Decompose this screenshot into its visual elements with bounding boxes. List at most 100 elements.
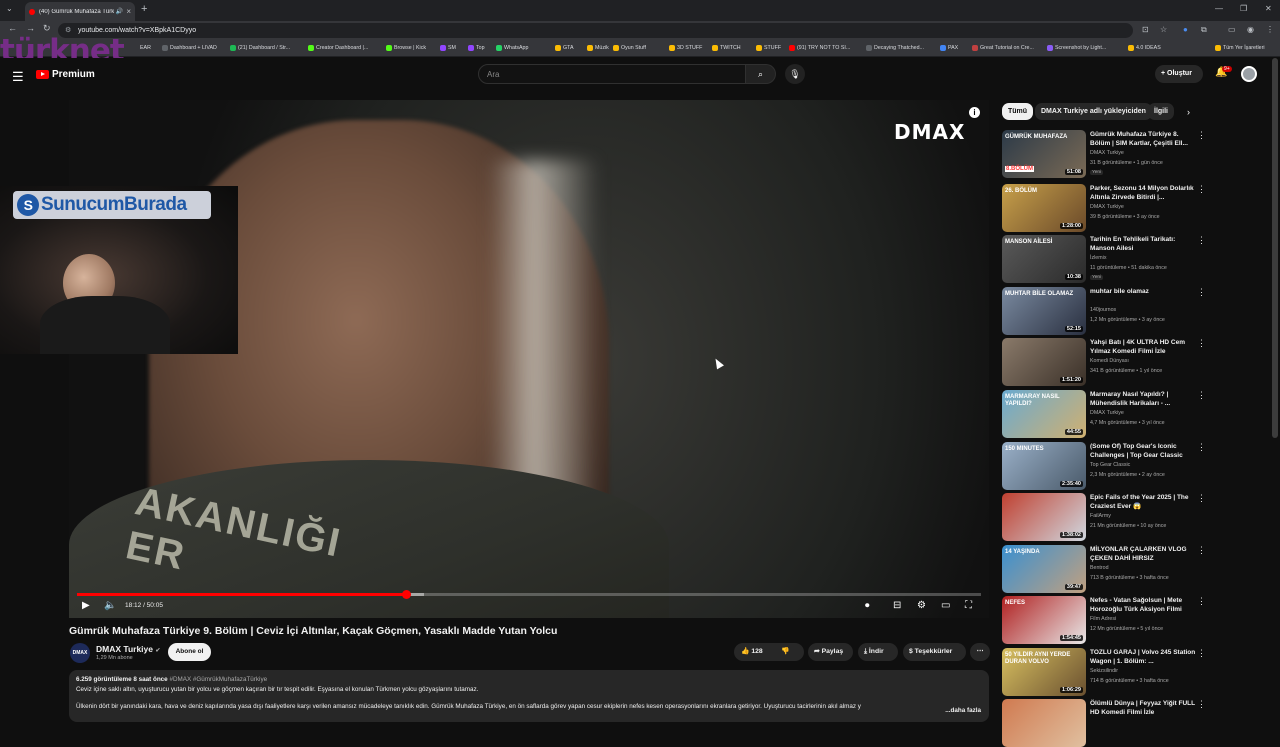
fullscreen-icon[interactable]: ⛶ [965,600,972,611]
maximize-icon[interactable]: ❐ [1240,4,1247,13]
more-vertical-icon[interactable]: ⋮ [1197,493,1206,504]
recommendation-item[interactable]: 50 YILDIR AYNI YERDE DURAN VOLVO 1:06:29 T… [1002,648,1212,696]
voice-search-button[interactable]: 🎙 [785,64,805,84]
more-vertical-icon[interactable]: ⋮ [1197,390,1206,401]
page-scrollbar[interactable] [1272,58,1278,438]
volume-icon[interactable]: 🔈 [104,600,116,611]
bookmark-item[interactable]: 4.0 IDEAS [1128,45,1161,51]
recommendation-channel[interactable]: İzlemix [1090,255,1106,261]
bookmark-item[interactable]: Top [468,45,485,51]
recommendation-item[interactable]: 26. BÖLÜM 1:28:00 Parker, Sezonu 14 Milyon… [1002,184,1212,232]
chip-all[interactable]: Tümü [1002,103,1034,120]
progress-bar[interactable] [77,590,981,599]
recommendation-channel[interactable]: Sekizsilindir [1090,668,1118,674]
bookmark-item[interactable]: (21) Dashboard / Str... [230,45,290,51]
more-vertical-icon[interactable]: ⋮ [1197,545,1206,556]
chip-related[interactable]: İlgili [1148,103,1174,120]
hamburger-menu-icon[interactable]: ☰ [12,69,24,85]
share-button[interactable]: ➦ Paylaş [808,643,853,661]
forward-icon[interactable]: → [26,23,35,33]
settings-gear-icon[interactable]: ⚙ [917,600,926,611]
bookmark-item[interactable]: SM [440,45,456,51]
more-vertical-icon[interactable]: ⋮ [1197,235,1206,246]
recommendation-item[interactable]: 1:38:02 Epic Fails of the Year 2025 | The… [1002,493,1212,541]
minimize-icon[interactable]: — [1215,4,1223,13]
recommendation-title[interactable]: Tarihin En Tehlikeli Tarikatı: Manson Ai… [1090,235,1198,253]
bookmark-item[interactable]: Browse | Kick [386,45,426,51]
recommendation-channel[interactable]: FailArmy [1090,513,1111,519]
bookmark-item[interactable]: Müzik [587,45,609,51]
recommendation-thumbnail[interactable]: 1:51:20 [1002,338,1086,386]
sidepanel-icon[interactable]: ▭ [1228,25,1236,34]
recommendation-item[interactable]: 14 YAŞINDA 39:47 MİLYONLAR ÇALARKEN VLOG Ç… [1002,545,1212,593]
recommendation-channel[interactable]: Film Adresi [1090,616,1116,622]
bookmark-item[interactable]: Creator Dashboard |... [308,45,368,51]
bookmark-item[interactable]: Great Tutorial on Cre... [972,45,1034,51]
recommendation-title[interactable]: Ölümlü Dünya | Feyyaz Yiğit FULL HD Kome… [1090,699,1198,717]
recommendation-title[interactable]: Parker, Sezonu 14 Milyon Dolarlık Altınl… [1090,184,1198,202]
recommendation-channel[interactable]: Bentrod [1090,565,1109,571]
bookmark-item[interactable]: WhatsApp [496,45,528,51]
subtitles-icon[interactable]: ⊟ [893,600,901,611]
dislike-button[interactable]: 👎 [781,643,789,661]
recommendation-thumbnail[interactable]: GÜMRÜK MUHAFAZA 8.BÖLÜM 51:08 [1002,130,1086,178]
more-vertical-icon[interactable]: ⋮ [1197,338,1206,349]
browser-tab[interactable]: (40) Gümrük Muhafaza Türk 🔊 × [25,2,135,21]
recommendation-thumbnail[interactable]: 14 YAŞINDA 39:47 [1002,545,1086,593]
tab-audio-icon[interactable]: 🔊 [116,8,123,15]
recommendation-channel[interactable]: DMAX Turkiye [1090,204,1124,210]
recommendation-title[interactable]: muhtar bile olamaz [1090,287,1198,296]
progress-scrubber[interactable] [401,590,411,599]
recommendation-title[interactable]: TOZLU GARAJ | Volvo 245 Station Wagon | … [1090,648,1198,666]
recommendation-thumbnail[interactable]: 1:38:02 [1002,493,1086,541]
recommendation-item[interactable]: Ölümlü Dünya | Feyyaz Yiğit FULL HD Kome… [1002,699,1212,747]
install-app-icon[interactable]: ⊡ [1142,25,1149,34]
channel-name[interactable]: DMAX Turkiye ✔ [96,644,160,654]
recommendation-title[interactable]: Epic Fails of the Year 2025 | The Crazie… [1090,493,1198,511]
more-vertical-icon[interactable]: ⋮ [1197,648,1206,659]
new-tab-icon[interactable]: + [141,3,147,15]
recommendation-channel[interactable]: 140journos [1090,307,1116,313]
video-player[interactable]: AKANLIĞI ER DMAX i ▶ 🔈 18:12 / 50:05 ⏺ ⊟ … [69,100,989,618]
youtube-logo[interactable]: Premium [36,69,95,80]
browser-menu-icon[interactable]: ⋮ [1266,25,1274,34]
recommendation-thumbnail[interactable]: MUHTAR BİLE OLAMAZ 52:15 [1002,287,1086,335]
recommendation-item[interactable]: 150 MINUTES 2:35:40 (Some Of) Top Gear's I… [1002,442,1212,490]
recommendation-title[interactable]: Gümrük Muhafaza Türkiye 8. Bölüm | SIM K… [1090,130,1198,148]
recommendation-thumbnail[interactable]: NEFES 1:54:45 [1002,596,1086,644]
show-more-link[interactable]: ...daha fazla [941,706,981,716]
bookmark-prefix[interactable]: EAR [140,45,151,51]
channel-avatar[interactable]: DMAX [70,643,90,663]
recommendation-title[interactable]: Marmaray Nasıl Yapıldı? | Mühendislik Ha… [1090,390,1198,408]
more-vertical-icon[interactable]: ⋮ [1197,287,1206,298]
recommendation-title[interactable]: MİLYONLAR ÇALARKEN VLOG ÇEKEN DAHİ HIRSI… [1090,545,1198,563]
recommendation-thumbnail[interactable]: 26. BÖLÜM 1:28:00 [1002,184,1086,232]
recommendation-item[interactable]: NEFES 1:54:45 Nefes - Vatan Sağolsun | Met… [1002,596,1212,644]
extension-icon[interactable]: ● [1183,25,1188,34]
tab-search-icon[interactable]: ⌄ [6,4,13,13]
recommendation-title[interactable]: (Some Of) Top Gear's Iconic Challenges |… [1090,442,1198,460]
profile-icon[interactable]: ◉ [1247,25,1254,34]
bookmark-item[interactable]: TWITCH [712,45,741,51]
download-button[interactable]: ⤓ İndir [858,643,898,661]
recommendation-thumbnail[interactable]: 150 MINUTES 2:35:40 [1002,442,1086,490]
recommendation-item[interactable]: GÜMRÜK MUHAFAZA 8.BÖLÜM 51:08 Gümrük Muhafa… [1002,130,1212,178]
bookmark-item[interactable]: Dashboard + LIVAD [162,45,217,51]
chevron-right-icon[interactable]: › [1187,107,1190,117]
more-vertical-icon[interactable]: ⋮ [1197,596,1206,607]
recommendation-item[interactable]: MUHTAR BİLE OLAMAZ 52:15 muhtar bile olama… [1002,287,1212,335]
recommendation-channel[interactable]: Komedi Dünyası [1090,358,1129,364]
bookmark-star-icon[interactable]: ☆ [1160,25,1167,34]
chip-from-uploader[interactable]: DMAX Turkiye adlı yükleyiciden [1035,103,1152,120]
back-icon[interactable]: ← [8,23,17,33]
subscribe-button[interactable]: Abone ol [168,643,211,661]
tab-close-icon[interactable]: × [126,7,131,16]
more-vertical-icon[interactable]: ⋮ [1197,442,1206,453]
recommendation-item[interactable]: MARMARAY NASIL YAPILDI? 44:55 Marmaray Nas… [1002,390,1212,438]
bookmark-item[interactable]: PAX [940,45,958,51]
close-window-icon[interactable]: ✕ [1265,4,1272,13]
search-input[interactable]: Ara [478,64,746,84]
bookmark-item[interactable]: Oyun Stuff [613,45,646,51]
recommendation-title[interactable]: Nefes - Vatan Sağolsun | Mete Horozoğlu … [1090,596,1198,614]
autoplay-toggle-icon[interactable]: ⏺ [865,600,870,611]
